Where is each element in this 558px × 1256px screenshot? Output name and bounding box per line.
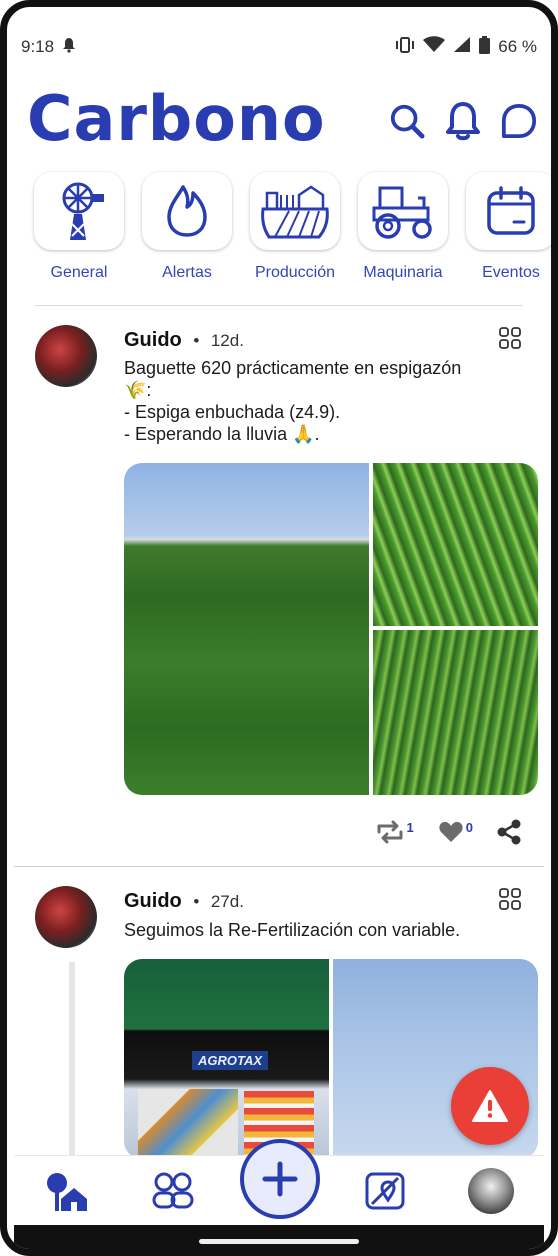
post-age: 27d. (210, 892, 244, 911)
category-maquinaria-tile[interactable] (358, 172, 448, 250)
home-tree-icon (47, 1172, 87, 1211)
post-age-prefix: • (193, 331, 200, 350)
post-text-line: 🌾: (124, 380, 152, 400)
post-age: 12d. (210, 331, 244, 350)
nav-community[interactable] (143, 1161, 203, 1221)
vibrate-icon (395, 36, 415, 58)
post-text: Seguimos la Re-Fertilización con variabl… (124, 919, 511, 941)
category-eventos[interactable]: Eventos (457, 172, 551, 282)
nav-profile[interactable] (461, 1161, 521, 1221)
drop-icon (167, 185, 207, 237)
warning-icon (472, 1090, 508, 1122)
author-avatar[interactable] (35, 325, 97, 387)
post-text-line: - Esperando la lluvia 🙏. (124, 424, 320, 444)
monitor-map (138, 1089, 238, 1159)
wheat-rows-photo[interactable] (373, 630, 538, 795)
post-text-line: Seguimos la Re-Fertilización con variabl… (124, 920, 461, 940)
category-eventos-tile[interactable] (466, 172, 551, 250)
repost-icon (377, 820, 403, 844)
category-maquinaria[interactable]: Maquinaria (349, 172, 457, 282)
category-produccion-label: Producción (254, 264, 336, 281)
status-time: 9:18 (21, 37, 55, 56)
chat-button[interactable] (501, 101, 537, 141)
post-text-line: - Espiga enbuchada (z4.9). (124, 402, 341, 422)
wifi-icon (423, 36, 446, 58)
post-separator (14, 866, 544, 867)
repost-count: 1 (406, 820, 414, 835)
barn-field-icon (261, 185, 329, 239)
category-maquinaria-label: Maquinaria (363, 264, 443, 281)
groups-icon (152, 1172, 194, 1208)
create-post-button[interactable] (240, 1139, 320, 1219)
category-general-label: General (50, 264, 108, 281)
wheat-field-photo[interactable] (124, 463, 369, 795)
home-gesture-handle[interactable] (199, 1239, 359, 1244)
chat-bubble-icon (501, 103, 537, 139)
category-produccion-tile[interactable] (250, 172, 340, 250)
calendar-icon (487, 186, 535, 235)
category-bar: General Alertas Producción Maquinaria Ev… (25, 172, 551, 282)
agrotax-monitor-photo[interactable]: AGROTAX (124, 959, 329, 1159)
thread-line (69, 962, 75, 1162)
category-alertas[interactable]: Alertas (133, 172, 241, 282)
author-name[interactable]: Guido (124, 890, 182, 912)
app-logo: Carbono (27, 87, 326, 151)
category-general[interactable]: General (25, 172, 133, 282)
category-produccion[interactable]: Producción (241, 172, 349, 282)
category-alertas-tile[interactable] (142, 172, 232, 250)
repost-button[interactable]: 1 (375, 820, 414, 844)
heart-icon (439, 821, 463, 842)
search-icon (390, 104, 425, 139)
profile-avatar[interactable] (468, 1167, 514, 1214)
tractor-icon (372, 186, 432, 239)
logo-text: Carbono (27, 82, 326, 155)
windmill-icon (62, 182, 104, 240)
post-options-button[interactable] (499, 327, 521, 349)
author-avatar[interactable] (35, 886, 97, 948)
post-options-button[interactable] (499, 888, 521, 910)
status-bar: 9:18 66 % (21, 33, 537, 61)
category-alertas-label: Alertas (162, 264, 212, 281)
signal-icon (453, 36, 471, 58)
bell-icon (446, 102, 480, 141)
nav-home[interactable] (37, 1161, 97, 1221)
monitor-brand: AGROTAX (192, 1051, 269, 1070)
system-navigation-bar (14, 1225, 544, 1249)
post-text-line: Baguette 620 prácticamente en espigazón (124, 358, 462, 378)
grid-menu-icon (499, 888, 521, 910)
grid-menu-icon (499, 327, 521, 349)
battery-level: 66 % (498, 37, 537, 56)
like-button[interactable]: 0 (438, 820, 473, 844)
plus-icon (262, 1161, 298, 1197)
report-alert-button[interactable] (451, 1067, 529, 1145)
share-icon (497, 819, 521, 845)
post-gallery[interactable] (124, 463, 538, 795)
map-pin-icon (365, 1172, 405, 1209)
share-button[interactable] (497, 819, 521, 845)
author-name[interactable]: Guido (124, 329, 182, 351)
category-general-tile[interactable] (34, 172, 124, 250)
nav-map[interactable] (355, 1161, 415, 1221)
category-eventos-label: Eventos (482, 264, 540, 281)
notification-bell-icon (62, 37, 76, 58)
post-text: Baguette 620 prácticamente en espigazón … (124, 357, 511, 445)
header-actions (389, 101, 537, 141)
post-author[interactable]: Guido • 12d. (124, 329, 244, 352)
header-divider (35, 305, 523, 306)
wheat-closeup-photo[interactable] (373, 463, 538, 626)
like-count: 0 (465, 820, 473, 835)
post-actions: 1 0 (375, 819, 521, 845)
phone-frame: 9:18 66 % Carbono General Alertas Produc… (0, 0, 558, 1256)
post-author[interactable]: Guido • 27d. (124, 890, 244, 913)
post-age-prefix: • (193, 892, 200, 911)
battery-icon (479, 35, 491, 59)
search-button[interactable] (389, 101, 425, 141)
notifications-button[interactable] (445, 101, 481, 141)
